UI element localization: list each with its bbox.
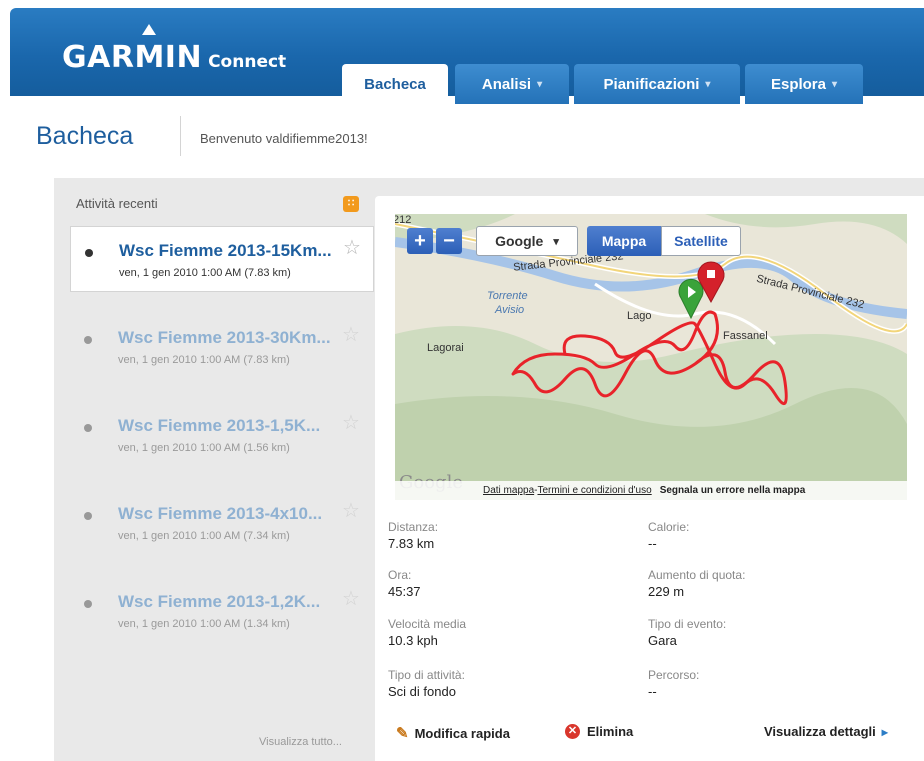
bullet-icon bbox=[84, 512, 92, 520]
stat-distance-value: 7.83 km bbox=[388, 536, 435, 551]
chevron-down-icon: ▾ bbox=[553, 235, 559, 248]
view-all-link[interactable]: Visualizza tutto... bbox=[259, 736, 342, 748]
stat-time-value: 45:37 bbox=[388, 584, 421, 599]
view-details-label: Visualizza dettagli bbox=[764, 724, 876, 739]
star-icon[interactable]: ☆ bbox=[342, 410, 360, 435]
map-report-link[interactable]: Segnala un errore nella mappa bbox=[660, 485, 806, 496]
tab-label: Analisi bbox=[481, 75, 532, 93]
map-type-satellite-button[interactable]: Satellite bbox=[661, 226, 741, 256]
map-place-label: Fassanel bbox=[723, 330, 768, 342]
garmin-connect-logo[interactable]: GARMIN Connect bbox=[62, 40, 286, 75]
chevron-right-icon: ▸ bbox=[881, 724, 888, 739]
rss-icon[interactable]: ∷ bbox=[343, 196, 359, 212]
bullet-icon bbox=[84, 336, 92, 344]
pencil-icon: ✎ bbox=[396, 725, 409, 742]
activity-map[interactable]: 212 Strada Provinciale 232 Strada Provin… bbox=[395, 214, 907, 500]
stat-calories-label: Calorie: bbox=[648, 520, 690, 534]
view-details-link[interactable]: Visualizza dettagli ▸ bbox=[764, 724, 888, 739]
welcome-message: Benvenuto valdifiemme2013! bbox=[200, 131, 368, 146]
logo-connect-text: Connect bbox=[208, 52, 287, 72]
map-footer: Dati mappa - Termini e condizioni d'uso … bbox=[395, 481, 907, 500]
quick-edit-label: Modifica rapida bbox=[414, 725, 510, 741]
bullet-icon bbox=[84, 424, 92, 432]
map-canvas bbox=[395, 214, 907, 500]
stat-elevation-label: Aumento di quota: bbox=[648, 568, 746, 582]
top-navigation-bar: GARMIN Connect Bacheca Analisi ▾ Pianifi… bbox=[10, 8, 924, 104]
activity-item[interactable]: Wsc Fiemme 2013-1,5K... ven, 1 gen 2010 … bbox=[70, 402, 374, 468]
logo-triangle-icon bbox=[142, 24, 156, 35]
activity-meta: ven, 1 gen 2010 1:00 AM (7.83 km) bbox=[118, 354, 290, 366]
activity-item[interactable]: Wsc Fiemme 2013-4x10... ven, 1 gen 2010 … bbox=[70, 490, 374, 556]
recent-activities-heading: Attività recenti bbox=[76, 196, 158, 211]
chevron-down-icon: ▾ bbox=[537, 78, 543, 90]
activity-name[interactable]: Wsc Fiemme 2013-1,2K... bbox=[118, 592, 320, 612]
map-provider-label: Google bbox=[495, 233, 544, 249]
page-title: Bacheca bbox=[36, 122, 134, 150]
activity-name[interactable]: Wsc Fiemme 2013-15Km... bbox=[119, 241, 332, 261]
chevron-down-icon: ▾ bbox=[832, 78, 838, 90]
activity-name[interactable]: Wsc Fiemme 2013-1,5K... bbox=[118, 416, 320, 436]
map-type-mappa-button[interactable]: Mappa bbox=[587, 226, 661, 256]
map-place-label: Lago bbox=[627, 310, 652, 322]
garmin-connect-page: GARMIN Connect Bacheca Analisi ▾ Pianifi… bbox=[0, 0, 924, 761]
title-divider bbox=[180, 116, 181, 156]
activity-item[interactable]: Wsc Fiemme 2013-15Km... ven, 1 gen 2010 … bbox=[70, 226, 374, 292]
activity-meta: ven, 1 gen 2010 1:00 AM (1.56 km) bbox=[118, 442, 290, 454]
stat-event-type-value: Gara bbox=[648, 633, 677, 648]
zoom-in-button[interactable]: + bbox=[407, 228, 433, 254]
stat-elevation-value: 229 m bbox=[648, 584, 685, 599]
tab-esplora[interactable]: Esplora ▾ bbox=[745, 64, 863, 104]
quick-edit-button[interactable]: ✎ Modifica rapida bbox=[396, 724, 510, 742]
map-place-label: Lagorai bbox=[427, 342, 464, 354]
stat-course-value: -- bbox=[648, 684, 657, 699]
delete-label: Elimina bbox=[587, 724, 634, 739]
stat-event-type-label: Tipo di evento: bbox=[648, 617, 727, 631]
bullet-icon bbox=[85, 249, 93, 257]
map-road-number: 212 bbox=[395, 214, 412, 226]
stat-time-label: Ora: bbox=[388, 568, 412, 582]
star-icon[interactable]: ☆ bbox=[342, 586, 360, 611]
stat-calories-value: -- bbox=[648, 536, 657, 551]
activity-name[interactable]: Wsc Fiemme 2013-30Km... bbox=[118, 328, 331, 348]
tab-label: Bacheca bbox=[364, 75, 426, 93]
tab-pianificazioni[interactable]: Pianificazioni ▾ bbox=[574, 64, 740, 104]
activity-meta: ven, 1 gen 2010 1:00 AM (7.34 km) bbox=[118, 530, 290, 542]
star-icon[interactable]: ☆ bbox=[343, 235, 361, 260]
star-icon[interactable]: ☆ bbox=[342, 498, 360, 523]
logo-garmin-text: GARMIN bbox=[62, 40, 203, 75]
star-icon[interactable]: ☆ bbox=[342, 322, 360, 347]
zoom-out-button[interactable]: − bbox=[436, 228, 462, 254]
activity-item[interactable]: Wsc Fiemme 2013-30Km... ven, 1 gen 2010 … bbox=[70, 314, 374, 380]
delete-icon: ✕ bbox=[565, 724, 580, 739]
map-river-label: Torrente bbox=[487, 290, 528, 302]
chevron-down-icon: ▾ bbox=[705, 78, 711, 90]
map-provider-select[interactable]: Google ▾ bbox=[476, 226, 578, 256]
tab-label: Pianificazioni bbox=[603, 75, 700, 93]
map-river-label: Avisio bbox=[495, 304, 525, 316]
tab-bacheca[interactable]: Bacheca bbox=[342, 64, 448, 104]
map-data-link[interactable]: Dati mappa bbox=[483, 485, 534, 496]
tab-analisi[interactable]: Analisi ▾ bbox=[455, 64, 569, 104]
tab-label: Esplora bbox=[770, 75, 826, 93]
activity-meta: ven, 1 gen 2010 1:00 AM (7.83 km) bbox=[119, 267, 291, 279]
stat-distance-label: Distanza: bbox=[388, 520, 439, 534]
delete-button[interactable]: ✕ Elimina bbox=[565, 724, 633, 739]
map-terms-link[interactable]: Termini e condizioni d'uso bbox=[537, 485, 651, 496]
stat-speed-label: Velocità media bbox=[388, 617, 467, 631]
stat-activity-type-value: Sci di fondo bbox=[388, 684, 456, 699]
activity-item[interactable]: Wsc Fiemme 2013-1,2K... ven, 1 gen 2010 … bbox=[70, 578, 374, 644]
activity-meta: ven, 1 gen 2010 1:00 AM (1.34 km) bbox=[118, 618, 290, 630]
stat-speed-value: 10.3 kph bbox=[388, 633, 438, 648]
activity-name[interactable]: Wsc Fiemme 2013-4x10... bbox=[118, 504, 322, 524]
stat-activity-type-label: Tipo di attività: bbox=[388, 668, 465, 682]
stat-course-label: Percorso: bbox=[648, 668, 700, 682]
bullet-icon bbox=[84, 600, 92, 608]
